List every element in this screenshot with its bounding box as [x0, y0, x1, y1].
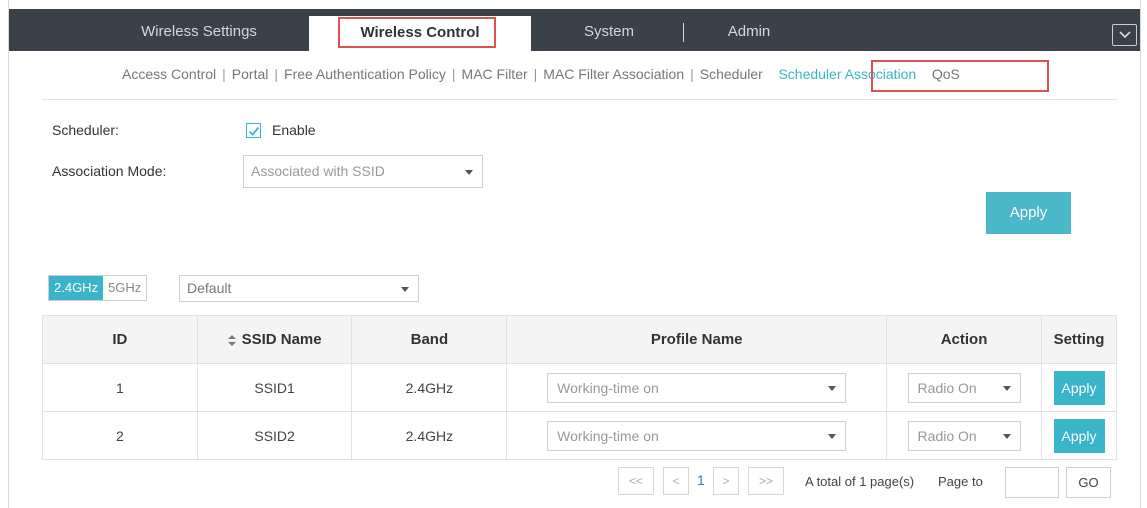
action-value: Radio On — [917, 427, 977, 444]
subnav-scheduler[interactable]: Scheduler — [700, 66, 763, 82]
page-to-label: Page to — [938, 474, 983, 489]
column-header-band: Band — [351, 315, 508, 364]
profile-filter-select[interactable]: Default — [179, 275, 419, 302]
profile-name-select[interactable]: Working-time on — [547, 372, 847, 403]
sub-navigation: Access Control | Portal | Free Authenticatio… — [122, 66, 960, 84]
column-header-setting: Setting — [1041, 315, 1117, 364]
caret-down-icon — [465, 169, 473, 175]
row-apply-button[interactable]: Apply — [1053, 370, 1105, 405]
frame-right-border — [1140, 0, 1141, 508]
highlight-box-wireless-control — [338, 17, 496, 48]
subnav-separator: | — [690, 66, 694, 82]
table-row: 2 SSID2 2.4GHz Working-time on Radio On … — [42, 411, 1117, 460]
table-row: 1 SSID1 2.4GHz Working-time on Radio On … — [42, 363, 1117, 412]
chevron-down-icon — [1119, 31, 1131, 39]
subnav-mac-filter-association[interactable]: MAC Filter Association — [543, 66, 684, 82]
association-mode-select[interactable]: Associated with SSID — [243, 155, 483, 188]
go-button[interactable]: GO — [1066, 467, 1111, 498]
row-id: 2 — [42, 411, 198, 460]
profile-name-select[interactable]: Working-time on — [547, 420, 847, 451]
first-page-button[interactable]: << — [618, 467, 654, 495]
caret-down-icon — [1002, 385, 1011, 391]
row-setting-cell: Apply — [1041, 363, 1117, 412]
menu-dropdown-button[interactable] — [1112, 24, 1137, 46]
subnav-mac-filter[interactable]: MAC Filter — [462, 66, 528, 82]
caret-down-icon — [401, 286, 409, 292]
row-setting-cell: Apply — [1041, 411, 1117, 460]
row-band: 2.4GHz — [351, 363, 508, 412]
row-profile-cell: Working-time on — [506, 411, 888, 460]
tab-wireless-settings[interactable]: Wireless Settings — [89, 9, 309, 51]
enable-label: Enable — [272, 122, 316, 138]
action-select[interactable]: Radio On — [907, 420, 1021, 451]
top-navigation-bar: Wireless Settings Wireless Control Syste… — [9, 9, 1140, 51]
prev-page-button[interactable]: < — [663, 467, 689, 495]
row-id: 1 — [42, 363, 198, 412]
profile-name-value: Working-time on — [557, 379, 659, 396]
last-page-button[interactable]: >> — [748, 467, 784, 495]
profile-name-value: Working-time on — [557, 427, 659, 444]
association-mode-value: Associated with SSID — [251, 163, 385, 179]
apply-button[interactable]: Apply — [986, 192, 1071, 234]
tab-admin[interactable]: Admin — [699, 9, 799, 51]
band-24ghz-button[interactable]: 2.4GHz — [49, 276, 104, 300]
action-select[interactable]: Radio On — [907, 372, 1021, 403]
column-header-ssid-name[interactable]: SSID Name — [196, 315, 353, 364]
row-action-cell: Radio On — [886, 363, 1042, 412]
subnav-separator: | — [533, 66, 538, 82]
table-header-row: ID SSID Name Band Profile Name Action Se… — [42, 315, 1117, 364]
scheduler-enable-checkbox[interactable] — [246, 123, 261, 138]
band-5ghz-button[interactable]: 5GHz — [103, 276, 146, 300]
current-page-number[interactable]: 1 — [697, 472, 705, 488]
row-band: 2.4GHz — [351, 411, 508, 460]
subnav-free-auth-policy[interactable]: Free Authentication Policy — [284, 66, 446, 82]
caret-down-icon — [828, 433, 837, 439]
association-mode-label: Association Mode: — [52, 163, 167, 179]
tab-system[interactable]: System — [559, 9, 659, 51]
row-action-cell: Radio On — [886, 411, 1042, 460]
column-header-ssid-name-label: SSID Name — [241, 331, 322, 348]
row-ssid-name: SSID2 — [196, 411, 353, 460]
subnav-access-control[interactable]: Access Control — [122, 66, 216, 82]
next-page-button[interactable]: > — [713, 467, 739, 495]
profile-filter-value: Default — [187, 280, 232, 296]
row-ssid-name: SSID1 — [196, 363, 353, 412]
row-apply-button[interactable]: Apply — [1053, 418, 1105, 453]
page-number-input[interactable] — [1005, 467, 1059, 498]
subnav-portal[interactable]: Portal — [232, 66, 269, 82]
subnav-divider — [42, 99, 1117, 100]
tab-divider — [683, 23, 684, 42]
subnav-separator: | — [451, 66, 456, 82]
scheduler-label: Scheduler: — [52, 122, 119, 138]
column-header-action: Action — [886, 315, 1042, 364]
highlight-box-scheduler-association — [871, 60, 1049, 92]
frame-left-border — [8, 0, 9, 508]
subnav-separator: | — [222, 66, 226, 82]
total-pages-text: A total of 1 page(s) — [805, 474, 915, 489]
caret-down-icon — [1002, 433, 1011, 439]
caret-down-icon — [828, 385, 837, 391]
band-toggle: 2.4GHz 5GHz — [48, 275, 148, 301]
subnav-separator: | — [274, 66, 279, 82]
sort-icon — [227, 334, 236, 346]
column-header-profile-name: Profile Name — [506, 315, 888, 364]
checkmark-icon — [248, 126, 260, 136]
row-profile-cell: Working-time on — [506, 363, 888, 412]
action-value: Radio On — [917, 379, 977, 396]
ssid-scheduler-table: ID SSID Name Band Profile Name Action Se… — [42, 315, 1117, 460]
column-header-id: ID — [42, 315, 198, 364]
